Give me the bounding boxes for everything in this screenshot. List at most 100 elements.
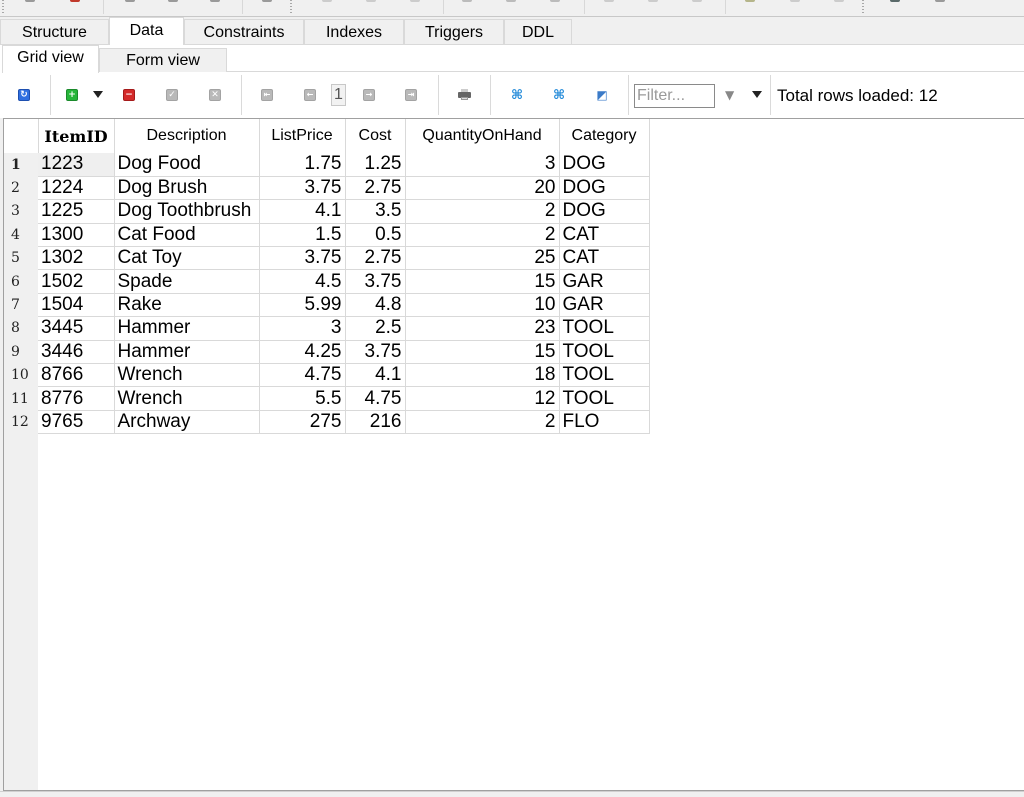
cell-description[interactable]: Hammer — [114, 340, 260, 365]
cell-cost[interactable]: 3.5 — [345, 199, 406, 224]
toolbar-button[interactable] — [462, 0, 472, 2]
row-number[interactable]: 12 — [4, 410, 38, 434]
toolbar-grip[interactable] — [2, 0, 4, 15]
toolbar-button[interactable] — [366, 0, 376, 2]
table-row[interactable]: 1 1223 Dog Food 1.75 1.25 3 DOG — [4, 153, 650, 177]
toolbar-button[interactable] — [125, 0, 135, 2]
next-page-icon[interactable]: → — [363, 89, 375, 101]
cell-quantityonhand[interactable]: 10 — [405, 293, 560, 318]
toolbar-button[interactable] — [168, 0, 178, 2]
row-number[interactable]: 9 — [4, 340, 38, 364]
table-row[interactable]: 6 1502 Spade 4.5 3.75 15 GAR — [4, 269, 650, 294]
row-number[interactable]: 8 — [4, 316, 38, 341]
tab-structure[interactable]: Structure — [0, 19, 109, 44]
printer-icon[interactable] — [458, 89, 471, 100]
toolbar-button[interactable] — [210, 0, 220, 2]
cell-quantityonhand[interactable]: 3 — [405, 153, 560, 177]
cell-category[interactable]: CAT — [559, 223, 650, 248]
cell-description[interactable]: Cat Toy — [114, 246, 260, 271]
cell-description[interactable]: Archway — [114, 410, 260, 435]
table-row[interactable]: 2 1224 Dog Brush 3.75 2.75 20 DOG — [4, 176, 650, 201]
toolbar-button[interactable] — [604, 0, 614, 2]
table-row[interactable]: 4 1300 Cat Food 1.5 0.5 2 CAT — [4, 223, 650, 248]
cell-cost[interactable]: 2.5 — [345, 316, 406, 341]
column-header-description[interactable]: Description — [114, 119, 260, 153]
toolbar-button[interactable] — [550, 0, 560, 2]
column-header-listprice[interactable]: ListPrice — [259, 119, 346, 153]
cell-quantityonhand[interactable]: 2 — [405, 410, 560, 435]
tab-grid-view[interactable]: Grid view — [2, 45, 99, 73]
table-row[interactable]: 9 3446 Hammer 4.25 3.75 15 TOOL — [4, 340, 650, 365]
toolbar-button[interactable] — [745, 0, 755, 2]
cell-description[interactable]: Rake — [114, 293, 260, 318]
table-row[interactable]: 12 9765 Archway 275 216 2 FLO — [4, 410, 650, 435]
export-icon[interactable]: ◩ — [595, 89, 609, 101]
cell-cost[interactable]: 3.75 — [345, 340, 406, 365]
cell-listprice[interactable]: 1.75 — [259, 153, 346, 177]
cell-category[interactable]: DOG — [559, 176, 650, 201]
toolbar-grip[interactable] — [290, 0, 292, 15]
add-row-icon[interactable]: + — [66, 89, 78, 101]
cell-listprice[interactable]: 4.5 — [259, 269, 346, 294]
toolbar-button[interactable] — [506, 0, 516, 2]
cell-quantityonhand[interactable]: 2 — [405, 223, 560, 248]
cell-cost[interactable]: 2.75 — [345, 246, 406, 271]
grid-corner[interactable] — [4, 119, 39, 153]
filter-icon[interactable]: ▼ — [725, 88, 737, 102]
toolbar-button[interactable] — [935, 0, 945, 2]
tab-constraints[interactable]: Constraints — [184, 19, 304, 44]
cell-category[interactable]: FLO — [559, 410, 650, 435]
cell-itemid[interactable]: 1302 — [38, 246, 115, 271]
cell-category[interactable]: TOOL — [559, 386, 650, 411]
toolbar-button[interactable] — [410, 0, 420, 2]
cell-itemid[interactable]: 3445 — [38, 316, 115, 341]
filter-dropdown-arrow-icon[interactable] — [752, 91, 762, 98]
cell-description[interactable]: Cat Food — [114, 223, 260, 248]
cell-quantityonhand[interactable]: 25 — [405, 246, 560, 271]
cell-cost[interactable]: 3.75 — [345, 269, 406, 294]
insert-dropdown-arrow-icon[interactable] — [93, 91, 103, 98]
cell-category[interactable]: TOOL — [559, 316, 650, 341]
cell-cost[interactable]: 4.8 — [345, 293, 406, 318]
cell-description[interactable]: Wrench — [114, 386, 260, 411]
fit-columns-icon[interactable]: ⌘ — [510, 89, 524, 102]
cell-cost[interactable]: 2.75 — [345, 176, 406, 201]
row-number[interactable]: 3 — [4, 199, 38, 224]
cell-itemid[interactable]: 1223 — [38, 153, 115, 177]
column-header-quantityonhand[interactable]: QuantityOnHand — [405, 119, 560, 153]
cell-description[interactable]: Spade — [114, 269, 260, 294]
cell-itemid[interactable]: 1225 — [38, 199, 115, 224]
row-number[interactable]: 11 — [4, 386, 38, 411]
last-page-icon[interactable]: ⇥ — [405, 89, 417, 101]
fit-columns-alt-icon[interactable]: ⌘ — [552, 89, 566, 102]
cell-listprice[interactable]: 4.25 — [259, 340, 346, 365]
toolbar-button[interactable] — [25, 0, 35, 2]
row-number[interactable]: 5 — [4, 246, 38, 270]
column-header-itemid[interactable]: ItemID — [38, 119, 115, 153]
cell-quantityonhand[interactable]: 23 — [405, 316, 560, 341]
cell-itemid[interactable]: 1300 — [38, 223, 115, 248]
cell-listprice[interactable]: 5.5 — [259, 386, 346, 411]
cell-quantityonhand[interactable]: 12 — [405, 386, 560, 411]
cell-listprice[interactable]: 4.75 — [259, 363, 346, 388]
tab-form-view[interactable]: Form view — [99, 48, 227, 72]
column-header-cost[interactable]: Cost — [345, 119, 406, 153]
table-row[interactable]: 7 1504 Rake 5.99 4.8 10 GAR — [4, 293, 650, 318]
toolbar-button[interactable] — [834, 0, 844, 2]
cell-listprice[interactable]: 4.1 — [259, 199, 346, 224]
cell-listprice[interactable]: 3.75 — [259, 176, 346, 201]
cell-cost[interactable]: 216 — [345, 410, 406, 435]
rollback-icon[interactable]: ✕ — [209, 89, 221, 101]
cell-category[interactable]: TOOL — [559, 340, 650, 365]
commit-icon[interactable]: ✓ — [166, 89, 178, 101]
cell-itemid[interactable]: 9765 — [38, 410, 115, 435]
cell-cost[interactable]: 4.75 — [345, 386, 406, 411]
toolbar-button[interactable] — [262, 0, 272, 2]
cell-itemid[interactable]: 1504 — [38, 293, 115, 318]
cell-description[interactable]: Hammer — [114, 316, 260, 341]
table-row[interactable]: 3 1225 Dog Toothbrush 4.1 3.5 2 DOG — [4, 199, 650, 224]
toolbar-button[interactable] — [692, 0, 702, 2]
cell-quantityonhand[interactable]: 15 — [405, 269, 560, 294]
cell-itemid[interactable]: 1224 — [38, 176, 115, 201]
cell-quantityonhand[interactable]: 20 — [405, 176, 560, 201]
